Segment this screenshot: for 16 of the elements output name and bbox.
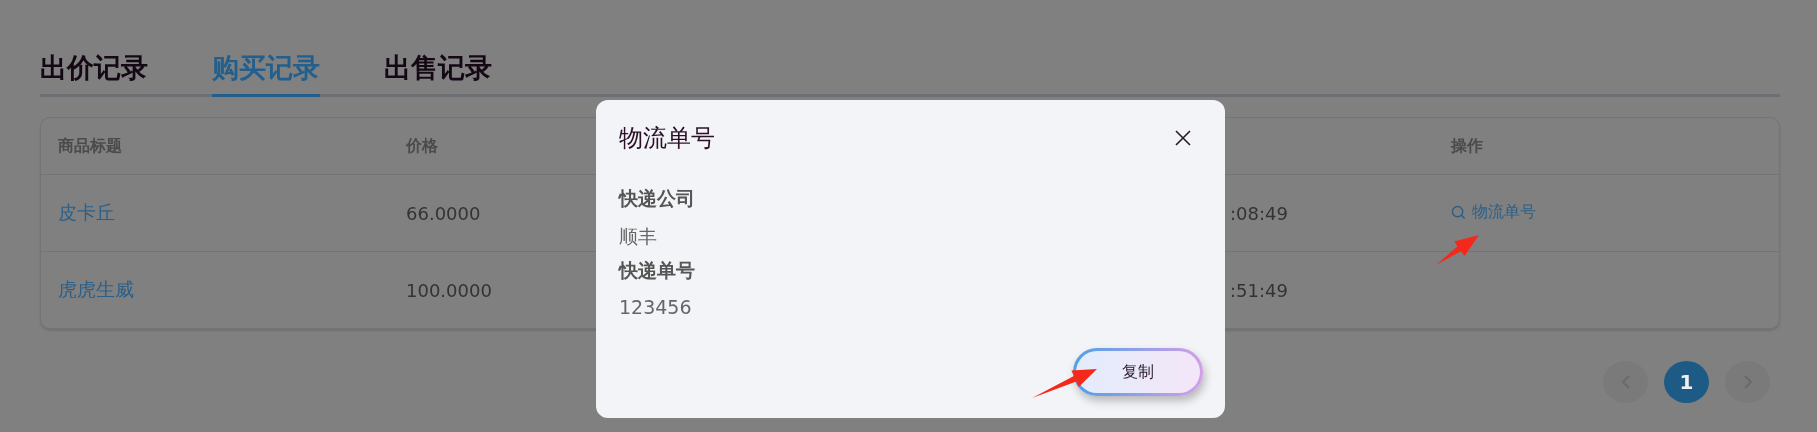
table-cell: 100.0000 [406,279,492,301]
table-cell: :08:49 [1230,202,1288,224]
tab[interactable]: 出售记录 [384,50,492,97]
field-value: 123456 [619,296,693,318]
annotation-arrow [1436,235,1479,265]
page-button[interactable]: 1 [1664,361,1709,403]
field-label: 快递单号 [619,258,696,283]
annotation-arrow [1032,369,1097,398]
dialog-title: 物流单号 [619,123,715,154]
tab[interactable]: 出价记录 [40,50,148,97]
table-cell: :51:49 [1230,279,1288,301]
field-label: 快递公司 [619,186,696,211]
table-cell: 66.0000 [406,202,481,224]
field-value: 顺丰 [619,224,658,249]
close-icon [1175,130,1191,146]
search-icon [1451,205,1466,220]
